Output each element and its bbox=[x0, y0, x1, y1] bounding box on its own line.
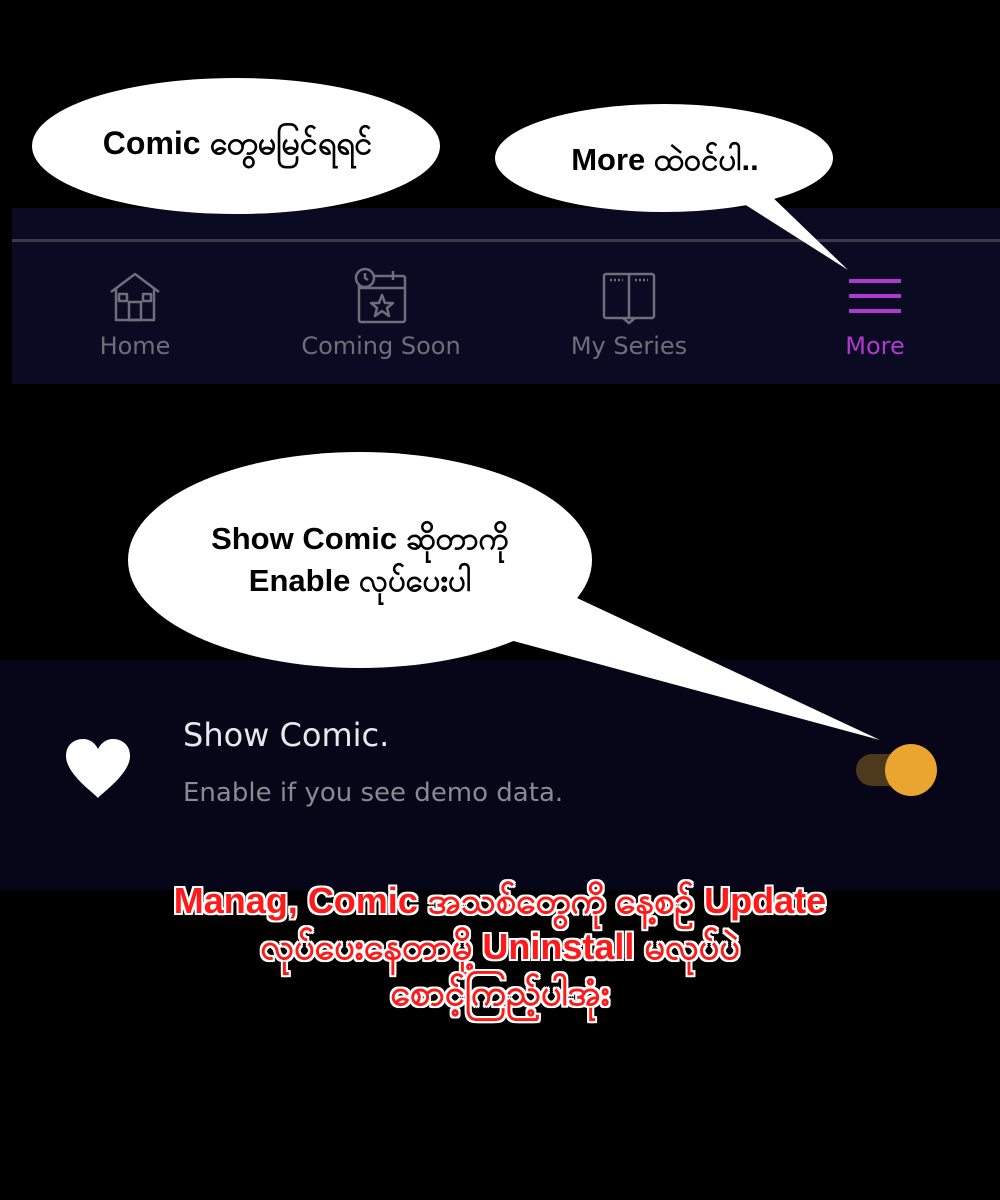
setting-subtitle: Enable if you see demo data. bbox=[183, 778, 564, 808]
heart-icon bbox=[64, 738, 132, 800]
toggle-thumb bbox=[885, 744, 937, 796]
book-icon bbox=[599, 266, 659, 326]
show-comic-toggle[interactable] bbox=[852, 744, 938, 796]
caption-line3: စောင့်ကြည့်ပါအုံး bbox=[390, 972, 610, 1013]
nav-item-more[interactable]: More bbox=[752, 258, 998, 378]
nav-label-home: Home bbox=[99, 332, 171, 360]
caption-line1: Manag, Comic အသစ်တွေကို နေ့စဉ် Update bbox=[173, 880, 827, 921]
calendar-star-icon bbox=[351, 266, 411, 326]
bubble-middle-line1: Show Comic ဆိုတာကို bbox=[211, 521, 509, 556]
nav-item-home[interactable]: Home bbox=[12, 258, 258, 378]
bottom-nav-bar: Home Coming Soon My Series More bbox=[12, 208, 1000, 384]
caption-line2: လုပ်ပေးနေတာမို့ Uninstall မလုပ်ပဲ bbox=[260, 926, 740, 967]
nav-divider bbox=[12, 239, 1000, 242]
bubble-top-right-text: More ထဲဝင်ပါ.. bbox=[571, 142, 759, 177]
nav-label-coming-soon: Coming Soon bbox=[301, 332, 461, 360]
nav-item-my-series[interactable]: My Series bbox=[506, 258, 752, 378]
setting-row-show-comic: Show Comic. Enable if you see demo data. bbox=[0, 660, 1000, 890]
caption: Manag, Comic အသစ်တွေကို နေ့စဉ် Update လု… bbox=[40, 878, 960, 1016]
home-icon bbox=[105, 266, 165, 326]
bubble-top-left-text: Comic တွေမမြင်ရရင် bbox=[102, 125, 373, 161]
bubble-middle-text: Show Comic ဆိုတာကို Enable လုပ်ပေးပါ bbox=[135, 518, 585, 602]
nav-item-coming-soon[interactable]: Coming Soon bbox=[258, 258, 504, 378]
bubble-middle-line2: Enable လုပ်ပေးပါ bbox=[248, 563, 472, 598]
nav-label-my-series: My Series bbox=[570, 332, 688, 360]
menu-icon bbox=[845, 266, 905, 326]
nav-label-more: More bbox=[845, 332, 905, 360]
setting-title: Show Comic. bbox=[183, 716, 390, 754]
